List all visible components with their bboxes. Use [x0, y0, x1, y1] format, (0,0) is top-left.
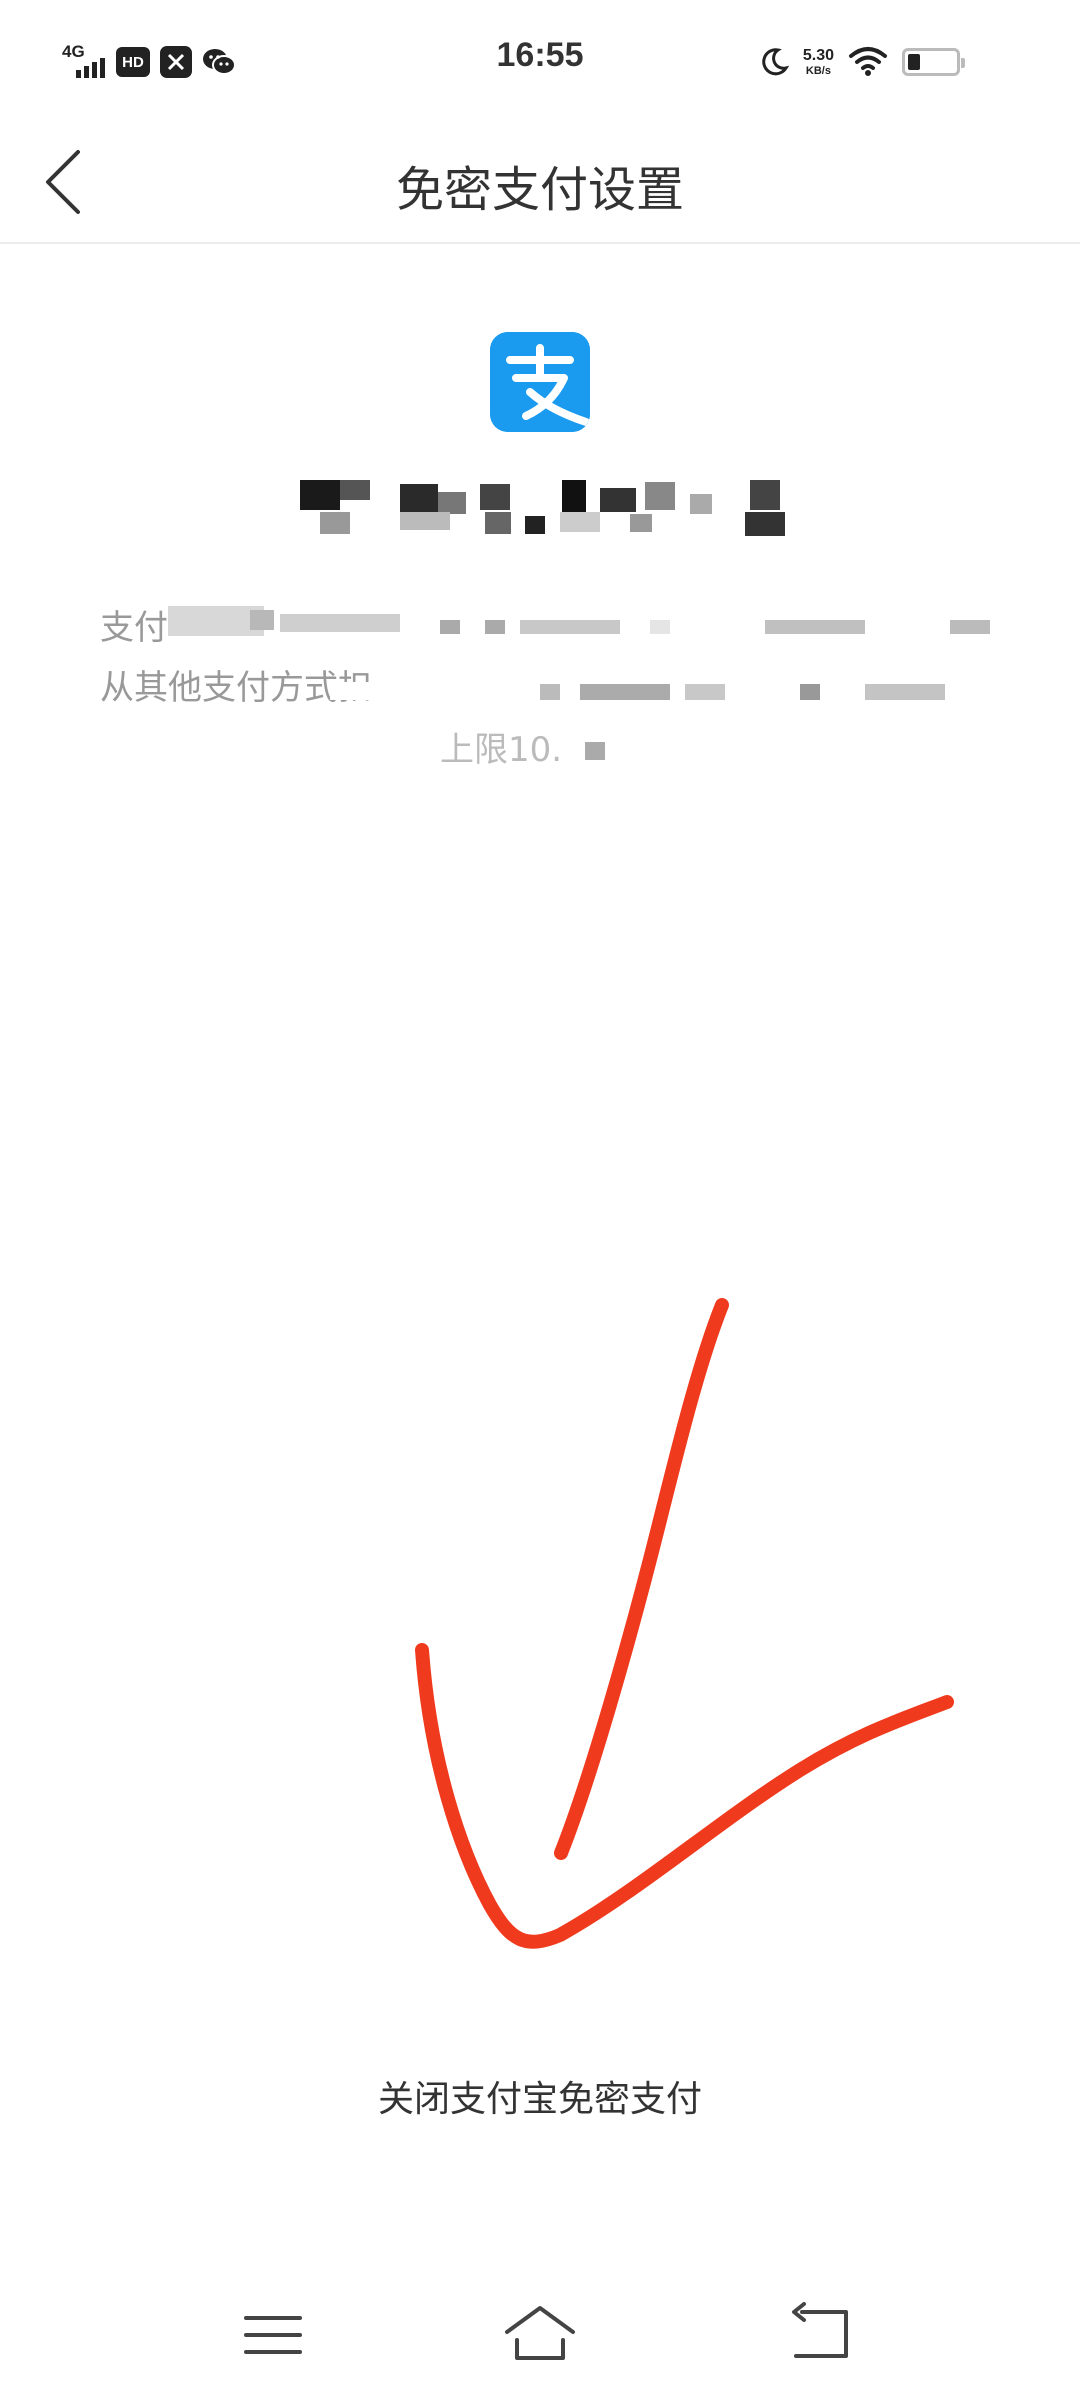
alipay-icon — [490, 332, 590, 432]
description-line-2: 从其他支付方式扣 — [100, 660, 990, 710]
return-icon — [792, 2302, 848, 2358]
status-right-icons: 5.30 KB/s — [759, 40, 965, 84]
description-line-1: 支付 — [100, 600, 990, 650]
page-title: 免密支付设置 — [395, 162, 684, 218]
speed-unit: KB/s — [805, 64, 831, 77]
description-line-3-text: 上限10. — [440, 730, 563, 770]
menu-button[interactable] — [218, 2290, 328, 2380]
speed-value: 5.30 — [802, 46, 834, 64]
status-bar: 4G HD 16:55 5.30 KB/s — [0, 0, 1080, 120]
home-button[interactable] — [485, 2290, 595, 2380]
navigation-bar: 免密支付设置 — [0, 120, 1080, 244]
description-line-3: 上限10. — [440, 722, 680, 772]
description-line-1-text: 支付 — [100, 608, 168, 648]
close-password-free-payment-button[interactable]: 关闭支付宝免密支付 — [0, 2070, 1080, 2122]
battery-icon — [902, 48, 965, 76]
network-speed: 5.30 KB/s — [802, 46, 834, 77]
battery-level — [908, 54, 920, 70]
alipay-logo — [490, 332, 590, 432]
system-navigation-bar — [0, 2290, 1080, 2400]
return-button[interactable] — [768, 2290, 878, 2380]
home-icon — [505, 2306, 575, 2360]
menu-icon — [244, 2316, 302, 2354]
merchant-name-redacted — [300, 478, 790, 544]
wifi-icon — [848, 46, 888, 78]
do-not-disturb-icon — [759, 47, 790, 77]
